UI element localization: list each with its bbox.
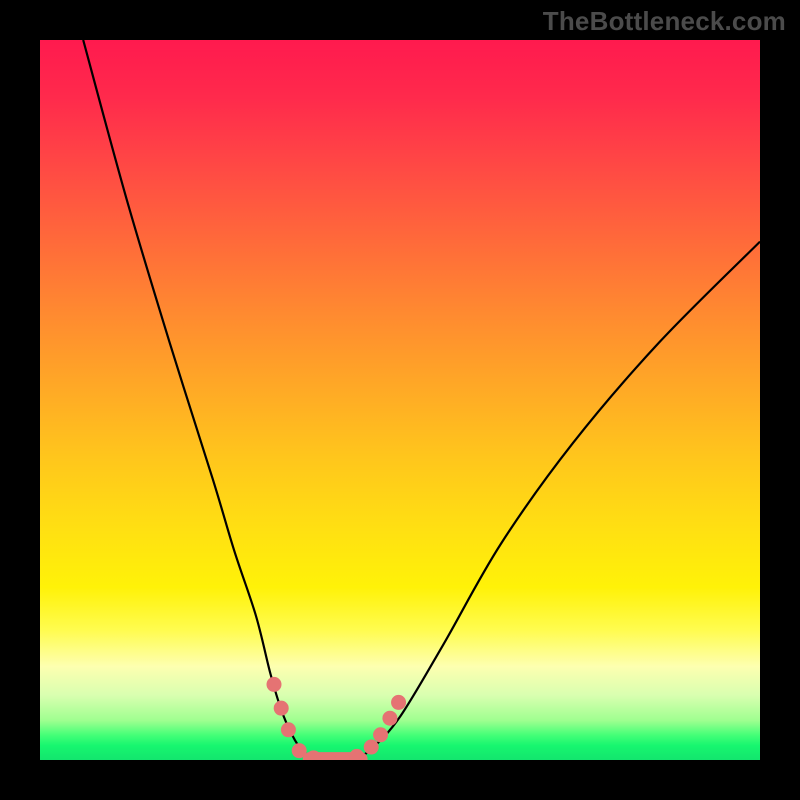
curve-markers [267, 677, 407, 760]
curve-marker [267, 677, 282, 692]
chart-frame: TheBottleneck.com [0, 0, 800, 800]
curve-marker [364, 740, 379, 755]
curve-marker [349, 749, 364, 760]
curve-marker [391, 695, 406, 710]
curve-marker [306, 750, 321, 760]
curve-layer [40, 40, 760, 760]
curve-marker [292, 743, 307, 758]
curve-marker [274, 701, 289, 716]
curve-marker [281, 722, 296, 737]
curve-marker [382, 711, 397, 726]
bottleneck-curve [83, 40, 760, 760]
curve-marker [373, 727, 388, 742]
plot-area [40, 40, 760, 760]
watermark-text: TheBottleneck.com [543, 6, 786, 37]
